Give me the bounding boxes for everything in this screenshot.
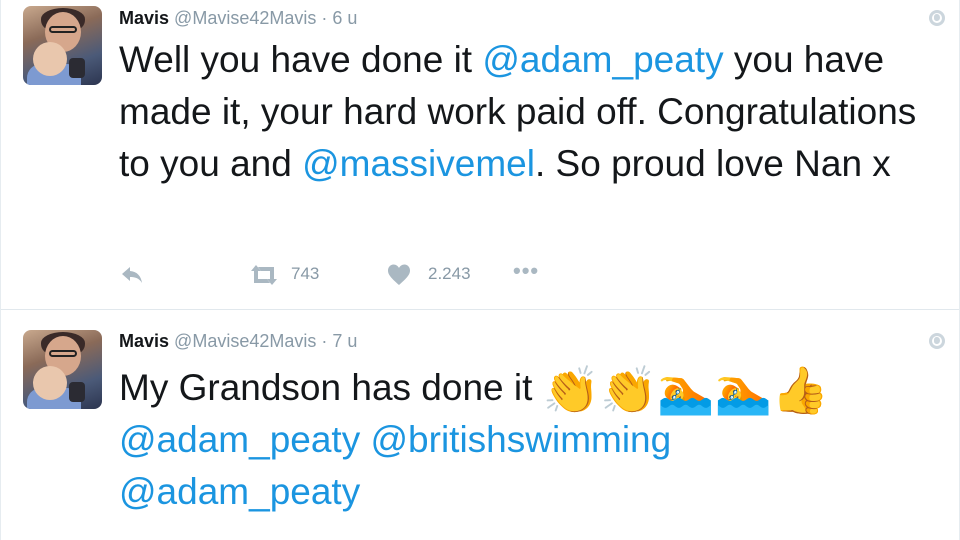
globe-icon [929,333,945,349]
mention-link[interactable]: @adam_peaty [482,39,723,80]
globe-icon [929,10,945,26]
tweet-feed: Mavis @Mavise42Mavis · 6 u Well you have… [0,0,960,540]
tweet-text-part: My Grandson has done it [119,367,543,408]
tweet-text: My Grandson has done it 👏👏🏊🏊👍 @adam_peaty… [119,362,939,518]
mention-link[interactable]: @adam_peaty [119,419,360,460]
tweet-header: Mavis @Mavise42Mavis · 6 u [119,8,357,29]
tweet-actions: 743 2.243 ••• [119,258,719,290]
retweet-count: 743 [291,264,320,283]
tweet-header: Mavis @Mavise42Mavis · 7 u [119,331,357,352]
like-count: 2.243 [428,264,471,283]
emoji-sequence: 👏👏🏊🏊👍 [542,363,830,417]
avatar[interactable] [23,330,102,409]
tweet-timestamp[interactable]: 6 u [332,8,357,28]
header-separator: · [321,8,328,28]
tweet[interactable]: Mavis @Mavise42Mavis · 6 u Well you have… [1,0,959,310]
mention-link[interactable]: @britishswimming [371,419,672,460]
reply-icon [122,267,142,283]
tweet-text-part: . So proud love Nan x [534,143,891,184]
author-handle[interactable]: @Mavise42Mavis [174,331,316,351]
mention-link[interactable]: @adam_peaty [119,471,360,512]
tweet[interactable]: Mavis @Mavise42Mavis · 7 u My Grandson h… [1,310,959,540]
mention-link[interactable]: @massivemel [302,143,535,184]
retweet-icon [251,265,277,285]
tweet-timestamp[interactable]: 7 u [332,331,357,351]
more-icon[interactable]: ••• [513,258,539,284]
tweet-text-part [360,419,370,460]
heart-icon [388,264,410,285]
tweet-text-part: Well you have done it [119,39,483,80]
author-handle[interactable]: @Mavise42Mavis [174,8,316,28]
tweet-text: Well you have done it @adam_peaty you ha… [119,34,939,190]
author-name[interactable]: Mavis [119,331,169,351]
header-separator: · [321,331,328,351]
avatar[interactable] [23,6,102,85]
author-name[interactable]: Mavis [119,8,169,28]
